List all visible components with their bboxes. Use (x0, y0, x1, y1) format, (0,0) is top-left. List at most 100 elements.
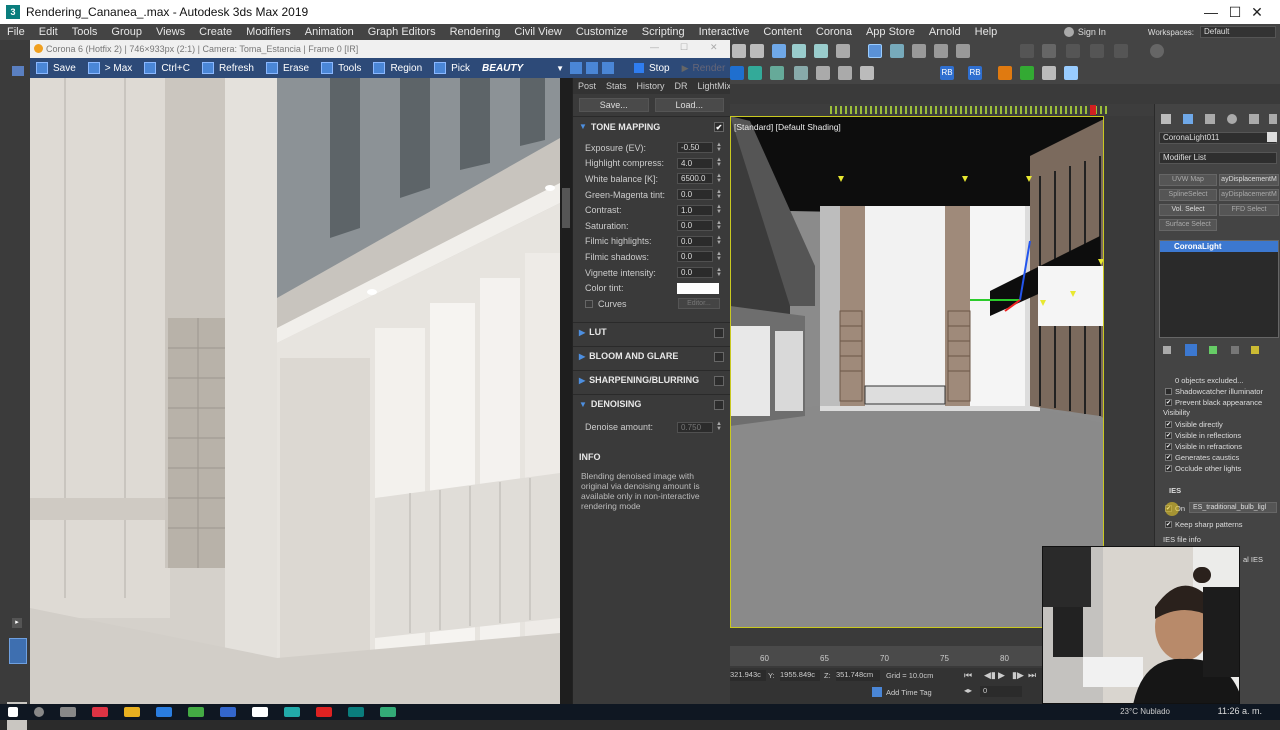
configure-icon[interactable] (1251, 346, 1259, 354)
create-tab-icon[interactable] (1161, 114, 1171, 124)
fb-copy-button[interactable]: Ctrl+C (138, 62, 196, 74)
select-icon[interactable] (772, 44, 786, 58)
displacement-button[interactable]: ayDisplacementM (1219, 174, 1279, 186)
uvw-map-button[interactable]: UVW Map (1159, 174, 1217, 186)
filmic-highlights-input[interactable]: 0.0 (677, 235, 713, 247)
scroll-thumb[interactable] (562, 188, 570, 228)
prev-frame-icon[interactable]: ◀▮ (984, 670, 996, 681)
load-preset-button[interactable]: Load... (654, 98, 724, 112)
spinner-icon[interactable]: ▲ ▼ (716, 421, 722, 432)
object-color-swatch[interactable] (1267, 132, 1277, 142)
material-editor-icon[interactable] (1150, 44, 1164, 58)
environment-icon[interactable] (838, 66, 852, 80)
menu-group[interactable]: Group (104, 26, 149, 38)
spinner-icon[interactable]: ▲ ▼ (716, 142, 722, 153)
railclone-icon[interactable]: RB (940, 66, 954, 80)
menu-edit[interactable]: Edit (32, 26, 65, 38)
curve-editor-icon[interactable] (1090, 44, 1104, 58)
menu-interactive[interactable]: Interactive (692, 26, 757, 38)
fb-to-max-button[interactable]: > Max (82, 62, 139, 74)
stack-item-coronalight[interactable]: CoronaLight (1160, 241, 1278, 252)
bloom-glare-section[interactable]: ▶ BLOOM AND GLARE (573, 345, 730, 366)
ies-file-button[interactable]: ES_traditional_bulb_ligl (1189, 502, 1277, 513)
app-icon-3[interactable] (252, 707, 268, 717)
forest-lite-icon[interactable] (1020, 66, 1034, 80)
fb-stop-button[interactable]: Stop (649, 63, 670, 74)
angle-snap-icon[interactable] (890, 44, 904, 58)
tools-icon[interactable] (1042, 66, 1056, 80)
contrast-input[interactable]: 1.0 (677, 204, 713, 216)
menu-tools[interactable]: Tools (65, 26, 105, 38)
snap-icon[interactable] (868, 44, 882, 58)
spinner-icon[interactable]: ▲ ▼ (716, 157, 722, 168)
layer-icon[interactable] (732, 44, 746, 58)
fb-region-button[interactable]: Region (367, 62, 428, 74)
tone-mapping-section[interactable]: ▼ TONE MAPPING ✔ (573, 116, 730, 136)
hierarchy-tab-icon[interactable] (1205, 114, 1215, 124)
fb-channel-select[interactable]: BEAUTY (476, 63, 552, 74)
prevent-black-checkbox[interactable]: ✔ Prevent black appearance (1165, 398, 1262, 407)
saturation-input[interactable]: 0.0 (677, 220, 713, 232)
fb-save-button[interactable]: Save (30, 62, 82, 74)
sharpening-section[interactable]: ▶ SHARPENING/BLURRING (573, 369, 730, 390)
fb-close-button[interactable]: ✕ (710, 42, 718, 53)
viewport-label[interactable]: [Standard] [Default Shading] (734, 122, 841, 132)
exposure-input[interactable]: -0.50 (677, 142, 713, 154)
named-sets-icon[interactable] (956, 44, 970, 58)
close-button[interactable]: ✕ (1234, 0, 1280, 24)
lut-section[interactable]: ▶ LUT (573, 321, 730, 342)
pin-stack-icon[interactable] (1163, 346, 1171, 354)
light-bulb-icon[interactable] (860, 66, 874, 80)
tab-stats[interactable]: Stats (601, 81, 632, 91)
menu-scripting[interactable]: Scripting (635, 26, 692, 38)
x-coordinate-field[interactable]: 321.943c (730, 670, 766, 681)
menu-views[interactable]: Views (149, 26, 192, 38)
vignette-input[interactable]: 0.0 (677, 267, 713, 279)
highlight-compress-input[interactable]: 4.0 (677, 157, 713, 169)
save-preset-button[interactable]: Save... (579, 98, 649, 112)
spinner-icon[interactable]: ▲ ▼ (716, 235, 722, 246)
modifier-stack[interactable]: CoronaLight (1159, 240, 1279, 338)
tab-dr[interactable]: DR (670, 81, 693, 91)
spinner-icon[interactable]: ▲ ▼ (716, 189, 722, 200)
modify-tab-icon[interactable] (1183, 114, 1193, 124)
rotate-icon[interactable] (814, 44, 828, 58)
rendered-frame-icon[interactable] (748, 66, 762, 80)
layout-icon[interactable] (9, 638, 27, 664)
object-name-field[interactable]: CoronaLight011 (1159, 132, 1277, 144)
acrobat-icon[interactable] (316, 707, 332, 717)
keep-sharp-checkbox[interactable]: ✔ Keep sharp patterns (1165, 520, 1243, 529)
key-mode-icon[interactable]: ◂▸ (964, 686, 972, 695)
edge-icon[interactable] (156, 707, 172, 717)
sign-in-link[interactable]: Sign In (1078, 27, 1148, 37)
go-to-start-icon[interactable]: ⏮ (964, 670, 972, 681)
current-frame-field[interactable]: 0 (980, 686, 1022, 697)
go-to-end-icon[interactable]: ⏭ (1028, 670, 1036, 681)
spinner-snap-icon[interactable] (934, 44, 948, 58)
spinner-icon[interactable]: ▲ ▼ (716, 204, 722, 215)
zoom-in-icon[interactable] (570, 62, 582, 74)
visible-refractions-checkbox[interactable]: ✔ Visible in refractions (1165, 442, 1242, 451)
fb-tools-button[interactable]: Tools (315, 62, 367, 74)
sharpening-checkbox[interactable] (714, 375, 724, 386)
fb-maximize-button[interactable]: ☐ (680, 42, 688, 53)
menu-arnold[interactable]: Arnold (922, 26, 968, 38)
forest-pack-icon[interactable] (998, 66, 1012, 80)
move-icon[interactable] (792, 44, 806, 58)
windows-start-icon[interactable] (8, 707, 18, 717)
render-setup-icon[interactable] (12, 66, 24, 76)
percent-snap-icon[interactable] (912, 44, 926, 58)
menu-corona[interactable]: Corona (809, 26, 859, 38)
zoom-out-icon[interactable] (586, 62, 598, 74)
play-icon[interactable]: ▶ (682, 63, 689, 74)
render-icon[interactable] (770, 66, 784, 80)
menu-graph-editors[interactable]: Graph Editors (361, 26, 443, 38)
y-coordinate-field[interactable]: 1955.849c (780, 670, 820, 681)
menu-civil-view[interactable]: Civil View (507, 26, 568, 38)
filmic-shadows-input[interactable]: 0.0 (677, 251, 713, 263)
lut-checkbox[interactable] (714, 327, 724, 338)
framebuffer-scrollbar[interactable] (560, 78, 572, 704)
visible-reflections-checkbox[interactable]: ✔ Visible in reflections (1165, 431, 1241, 440)
displacement-button-2[interactable]: ayDisplacementM (1219, 189, 1279, 201)
list-icon[interactable] (750, 44, 764, 58)
